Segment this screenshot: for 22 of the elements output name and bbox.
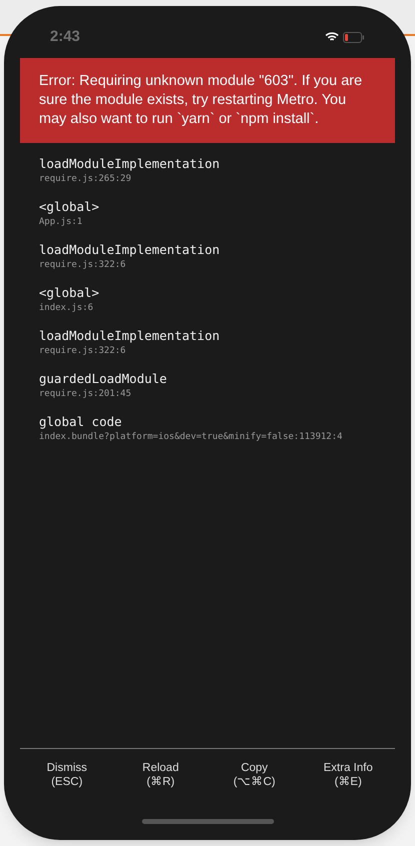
stack-frame-method: loadModuleImplementation [39,155,221,173]
stack-frame-method: global code [39,413,123,431]
footer-button[interactable]: Reload (⌘R) [114,761,208,789]
battery-icon [343,32,365,42]
status-time: 2:43 [50,26,80,47]
stack-frame-method: <global> [39,198,100,216]
footer-button[interactable]: Extra Info (⌘E) [301,761,395,789]
stack-frame-method: <global> [39,284,100,302]
stack-frame-method: loadModuleImplementation [39,327,221,345]
error-message: Error: Requiring unknown module "603". If you are sure the module exists, try restarting Metro. You may also want to run `yarn` or `npm install`. [39,72,364,129]
stack-frame-location: require.js:322:6 [39,345,127,358]
stack-frame-location: index.js:6 [39,302,94,315]
stack-frame-method: guardedLoadModule [39,370,168,388]
footer-button[interactable]: Dismiss (ESC) [20,761,114,789]
footer-button[interactable]: Copy (⌥⌘C) [208,761,302,789]
stack-frame-location: require.js:201:45 [39,388,132,401]
stack-frame-location: require.js:322:6 [39,259,127,272]
stack-frame-method: loadModuleImplementation [39,241,221,259]
wifi-icon [325,32,339,42]
stack-frame-location: require.js:265:29 [39,173,132,186]
stack-frame-location: index.bundle?platform=ios&dev=true&minify=false:113912:4 [39,431,344,444]
stack-frame-location: App.js:1 [39,216,84,229]
